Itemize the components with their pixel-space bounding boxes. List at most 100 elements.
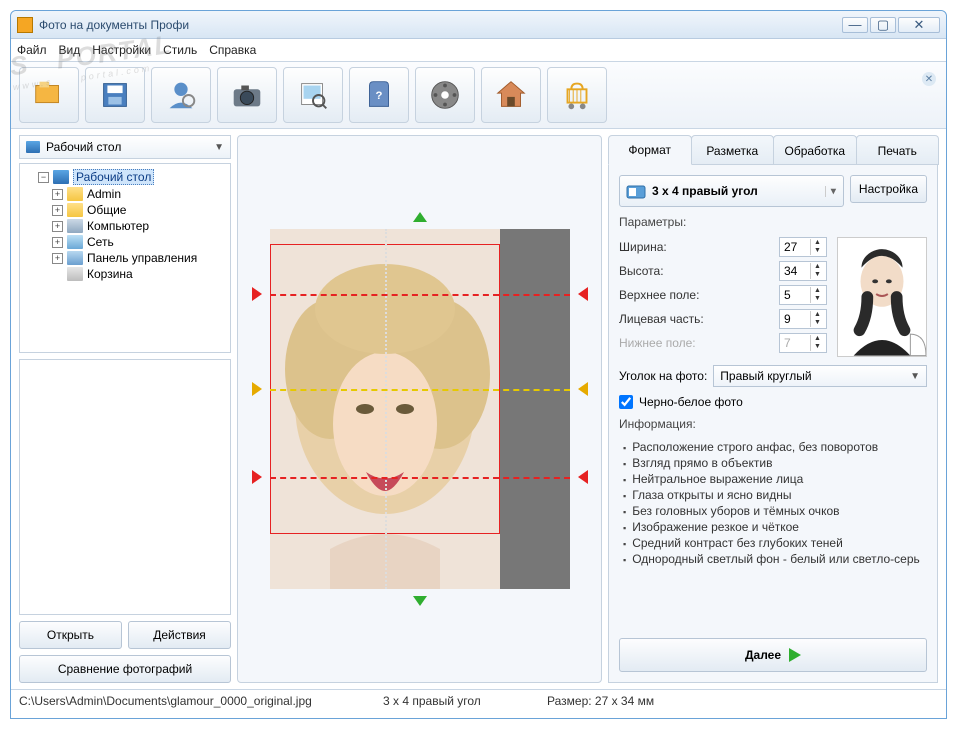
- up-icon[interactable]: ▲: [811, 263, 824, 271]
- menu-view[interactable]: Вид: [59, 43, 81, 57]
- menu-settings[interactable]: Настройки: [92, 43, 151, 57]
- tool-user-icon[interactable]: [151, 67, 211, 123]
- status-size: Размер: 27 x 34 мм: [547, 694, 654, 708]
- arrow-right-icon: [789, 648, 801, 662]
- down-icon[interactable]: ▼: [811, 247, 824, 255]
- tree-item[interactable]: +Admin: [50, 186, 228, 202]
- down-icon[interactable]: ▼: [811, 295, 824, 303]
- right-panel: Формат Разметка Обработка Печать 3 x 4 п…: [608, 135, 938, 683]
- bw-checkbox[interactable]: [619, 395, 633, 409]
- tab-format[interactable]: Формат: [608, 135, 692, 165]
- preview-panel: [237, 135, 602, 683]
- guide-handle-icon[interactable]: [578, 287, 588, 301]
- tree-item[interactable]: +Компьютер: [50, 218, 228, 234]
- statusbar: C:\Users\Admin\Documents\glamour_0000_or…: [11, 689, 946, 711]
- actions-button[interactable]: Действия: [128, 621, 231, 649]
- format-icon: [626, 183, 646, 199]
- folder-icon: [67, 187, 83, 201]
- window-title: Фото на документы Профи: [39, 18, 840, 32]
- tool-camera-icon[interactable]: [217, 67, 277, 123]
- corner-label: Уголок на фото:: [619, 369, 707, 383]
- guide-handle-icon[interactable]: [578, 382, 588, 396]
- menu-style[interactable]: Стиль: [163, 43, 197, 57]
- tool-save-icon[interactable]: [85, 67, 145, 123]
- up-icon[interactable]: ▲: [811, 287, 824, 295]
- width-stepper[interactable]: ▲▼: [779, 237, 827, 257]
- settings-button[interactable]: Настройка: [850, 175, 927, 203]
- guide-handle-icon[interactable]: [578, 470, 588, 484]
- computer-icon: [67, 219, 83, 233]
- app-icon: [17, 17, 33, 33]
- thumbnails-area[interactable]: [19, 359, 231, 615]
- network-icon: [67, 235, 83, 249]
- guide-handle-icon[interactable]: [252, 470, 262, 484]
- up-icon[interactable]: ▲: [811, 311, 824, 319]
- status-path: C:\Users\Admin\Documents\glamour_0000_or…: [19, 694, 359, 708]
- close-button[interactable]: ✕: [898, 17, 940, 33]
- menu-help[interactable]: Справка: [209, 43, 256, 57]
- folder-icon: [67, 203, 83, 217]
- app-window: Фото на документы Профи — ▢ ✕ Файл Вид Н…: [10, 10, 947, 719]
- bottom-handle-icon[interactable]: [413, 596, 427, 606]
- expand-icon[interactable]: +: [52, 253, 63, 264]
- face-stepper[interactable]: ▲▼: [779, 309, 827, 329]
- expand-icon[interactable]: +: [52, 237, 63, 248]
- height-stepper[interactable]: ▲▼: [779, 261, 827, 281]
- location-label: Рабочий стол: [46, 140, 121, 154]
- top-margin-stepper[interactable]: ▲▼: [779, 285, 827, 305]
- tab-markup[interactable]: Разметка: [691, 135, 775, 165]
- tree-item[interactable]: +Панель управления: [50, 250, 228, 266]
- tree-item[interactable]: Корзина: [50, 266, 228, 282]
- open-button[interactable]: Открыть: [19, 621, 122, 649]
- recycle-bin-icon: [67, 267, 83, 281]
- guide-top[interactable]: [270, 294, 570, 296]
- guide-handle-icon[interactable]: [252, 287, 262, 301]
- info-list: Расположение строго анфас, без поворотов…: [619, 439, 927, 567]
- guide-eyes[interactable]: [270, 389, 570, 391]
- next-button[interactable]: Далее: [619, 638, 927, 672]
- center-line: [385, 229, 387, 589]
- tool-preview-icon[interactable]: [283, 67, 343, 123]
- format-dropdown[interactable]: 3 x 4 правый угол ▾: [619, 175, 844, 207]
- tab-print[interactable]: Печать: [856, 135, 940, 165]
- tool-video-icon[interactable]: [415, 67, 475, 123]
- info-label: Информация:: [619, 417, 927, 431]
- desktop-icon: [26, 141, 40, 153]
- toolbar-close-icon[interactable]: ✕: [922, 72, 936, 86]
- tree-item[interactable]: +Сеть: [50, 234, 228, 250]
- guide-handle-icon[interactable]: [252, 382, 262, 396]
- compare-button[interactable]: Сравнение фотографий: [19, 655, 231, 683]
- tool-cart-icon[interactable]: [547, 67, 607, 123]
- tool-home-icon[interactable]: [481, 67, 541, 123]
- folder-tree[interactable]: − Рабочий стол +Admin +Общие +Компьютер …: [19, 163, 231, 353]
- tab-process[interactable]: Обработка: [773, 135, 857, 165]
- expand-icon[interactable]: −: [38, 172, 49, 183]
- tab-body: 3 x 4 правый угол ▾ Настройка Параметры:…: [608, 164, 938, 683]
- svg-text:?: ?: [376, 90, 383, 102]
- expand-icon[interactable]: +: [52, 221, 63, 232]
- desktop-icon: [53, 170, 69, 184]
- example-photo: [837, 237, 927, 357]
- expand-icon[interactable]: +: [52, 205, 63, 216]
- up-icon[interactable]: ▲: [811, 239, 824, 247]
- chevron-down-icon: ▼: [910, 371, 920, 382]
- guide-chin[interactable]: [270, 477, 570, 479]
- expand-icon[interactable]: +: [52, 189, 63, 200]
- tool-help-icon[interactable]: ?: [349, 67, 409, 123]
- chevron-down-icon: ▼: [214, 142, 224, 153]
- maximize-button[interactable]: ▢: [870, 17, 896, 33]
- chevron-down-icon: ▾: [825, 186, 837, 197]
- down-icon[interactable]: ▼: [811, 319, 824, 327]
- tree-item[interactable]: +Общие: [50, 202, 228, 218]
- menu-file[interactable]: Файл: [17, 43, 47, 57]
- tree-root[interactable]: − Рабочий стол: [36, 168, 228, 186]
- minimize-button[interactable]: —: [842, 17, 868, 33]
- preview-image[interactable]: [270, 229, 570, 589]
- down-icon[interactable]: ▼: [811, 271, 824, 279]
- corner-dropdown[interactable]: Правый круглый ▼: [713, 365, 927, 387]
- tool-open-icon[interactable]: [19, 67, 79, 123]
- bw-label: Черно-белое фото: [639, 395, 743, 409]
- titlebar: Фото на документы Профи — ▢ ✕: [11, 11, 946, 39]
- location-dropdown[interactable]: Рабочий стол ▼: [19, 135, 231, 159]
- top-handle-icon[interactable]: [413, 212, 427, 222]
